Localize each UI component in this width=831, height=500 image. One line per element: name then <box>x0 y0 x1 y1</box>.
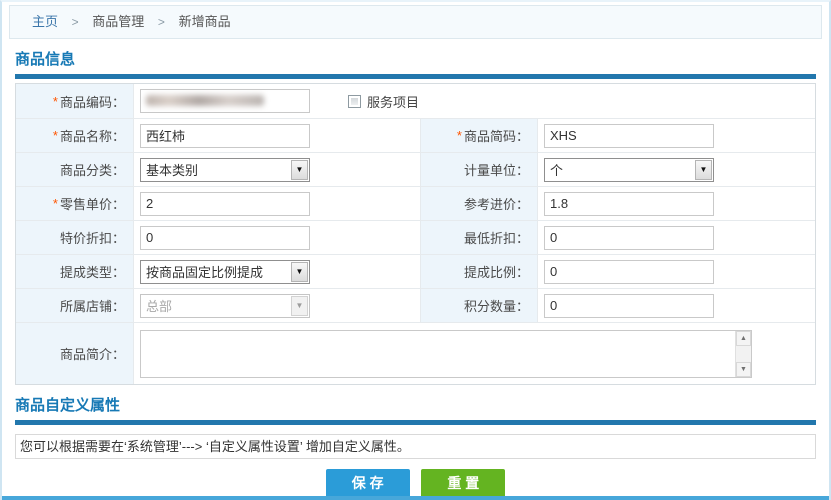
breadcrumb-separator-icon: > <box>158 15 165 29</box>
description-textarea[interactable] <box>141 331 734 377</box>
retail-price-input[interactable] <box>140 192 310 216</box>
product-shortcode-cell <box>537 119 815 152</box>
product-code-cell: 服务项目 <box>133 84 815 118</box>
textarea-scrollbar[interactable]: ▲ ▼ <box>735 331 751 377</box>
product-shortcode-label: * 商品简码： <box>420 119 537 152</box>
form-actions: 保 存 重 置 <box>15 469 816 498</box>
points-label: 积分数量： <box>420 289 537 322</box>
points-cell <box>537 289 815 322</box>
form-row-store-points: 所属店铺： 总部 ▼ 积分数量： <box>16 288 815 322</box>
scroll-down-icon[interactable]: ▼ <box>736 362 751 377</box>
breadcrumb: 主页 > 商品管理 > 新增商品 <box>9 5 822 39</box>
category-select[interactable]: 基本类别 ▼ <box>140 158 310 182</box>
redacted-product-code <box>146 95 264 106</box>
category-label: 商品分类： <box>16 153 133 186</box>
custom-attributes-notice: 您可以根据需要在‘系统管理’---> ‘自定义属性设置’ 增加自定义属性。 <box>15 434 816 459</box>
section-title-custom-attributes: 商品自定义属性 <box>15 394 816 415</box>
form-row-product-code: * 商品编码： 服务项目 <box>16 84 815 118</box>
retail-price-cell <box>133 187 420 220</box>
product-name-cell <box>133 119 420 152</box>
form-row-discounts: 特价折扣： 最低折扣： <box>16 220 815 254</box>
reference-price-cell <box>537 187 815 220</box>
unit-label: 计量单位： <box>420 153 537 186</box>
commission-ratio-cell <box>537 255 815 288</box>
required-asterisk: * <box>53 94 58 109</box>
special-discount-input[interactable] <box>140 226 310 250</box>
chevron-down-icon: ▼ <box>695 160 712 180</box>
unit-select[interactable]: 个 ▼ <box>544 158 714 182</box>
description-cell: ▲ ▼ <box>133 323 815 384</box>
commission-ratio-input[interactable] <box>544 260 714 284</box>
add-product-page: 主页 > 商品管理 > 新增商品 商品信息 * 商品编码： <box>0 0 831 500</box>
description-label: 商品简介： <box>16 323 133 384</box>
commission-ratio-label: 提成比例： <box>420 255 537 288</box>
special-discount-label: 特价折扣： <box>16 221 133 254</box>
unit-cell: 个 ▼ <box>537 153 815 186</box>
special-discount-cell <box>133 221 420 254</box>
store-select: 总部 ▼ <box>140 294 310 318</box>
breadcrumb-home-link[interactable]: 主页 <box>32 14 58 29</box>
min-discount-cell <box>537 221 815 254</box>
breadcrumb-separator-icon: > <box>72 15 79 29</box>
breadcrumb-current-page: 新增商品 <box>179 14 231 29</box>
min-discount-label: 最低折扣： <box>420 221 537 254</box>
form-row-prices: * 零售单价： 参考进价： <box>16 186 815 220</box>
product-name-input[interactable] <box>140 124 310 148</box>
commission-type-cell: 按商品固定比例提成 ▼ <box>133 255 420 288</box>
product-shortcode-input[interactable] <box>544 124 714 148</box>
section-divider-bar <box>15 420 816 425</box>
required-asterisk: * <box>53 128 58 143</box>
store-cell: 总部 ▼ <box>133 289 420 322</box>
chevron-down-icon: ▼ <box>291 160 308 180</box>
save-button[interactable]: 保 存 <box>326 469 410 498</box>
chevron-down-icon: ▼ <box>291 296 308 316</box>
content-area: 商品信息 * 商品编码： 服务项目 <box>2 48 829 498</box>
reference-price-label: 参考进价： <box>420 187 537 220</box>
retail-price-label: * 零售单价： <box>16 187 133 220</box>
store-label: 所属店铺： <box>16 289 133 322</box>
reference-price-input[interactable] <box>544 192 714 216</box>
service-item-label: 服务项目 <box>367 92 419 111</box>
form-row-commission: 提成类型： 按商品固定比例提成 ▼ 提成比例： <box>16 254 815 288</box>
service-item-group: 服务项目 <box>348 92 419 111</box>
description-textarea-frame: ▲ ▼ <box>140 330 752 378</box>
page-bottom-bar <box>2 496 829 500</box>
form-row-category-unit: 商品分类： 基本类别 ▼ 计量单位： 个 ▼ <box>16 152 815 186</box>
required-asterisk: * <box>457 128 462 143</box>
section-title-product-info: 商品信息 <box>15 48 816 69</box>
required-asterisk: * <box>53 196 58 211</box>
section-divider-bar <box>15 74 816 79</box>
product-code-label: * 商品编码： <box>16 84 133 118</box>
chevron-down-icon: ▼ <box>291 262 308 282</box>
points-input[interactable] <box>544 294 714 318</box>
commission-type-select[interactable]: 按商品固定比例提成 ▼ <box>140 260 310 284</box>
product-info-form: * 商品编码： 服务项目 * 商品 <box>15 83 816 385</box>
form-row-description: 商品简介： ▲ ▼ <box>16 322 815 384</box>
reset-button[interactable]: 重 置 <box>421 469 505 498</box>
category-cell: 基本类别 ▼ <box>133 153 420 186</box>
scroll-up-icon[interactable]: ▲ <box>736 331 751 346</box>
form-row-name-shortcode: * 商品名称： * 商品简码： <box>16 118 815 152</box>
breadcrumb-product-management-link[interactable]: 商品管理 <box>92 14 144 29</box>
min-discount-input[interactable] <box>544 226 714 250</box>
product-name-label: * 商品名称： <box>16 119 133 152</box>
service-item-checkbox[interactable] <box>348 95 361 108</box>
commission-type-label: 提成类型： <box>16 255 133 288</box>
